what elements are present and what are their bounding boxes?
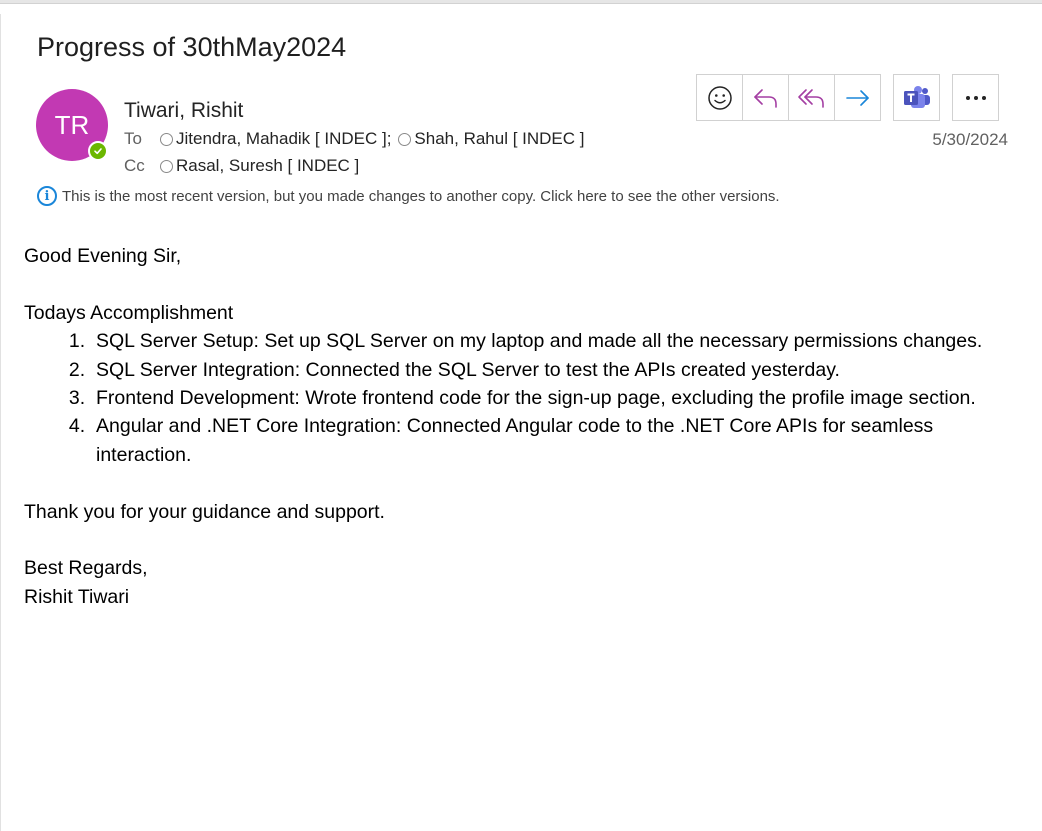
reading-pane-border <box>0 14 1 831</box>
reply-icon <box>753 88 777 108</box>
email-subject: Progress of 30thMay2024 <box>37 32 347 62</box>
smiley-icon <box>707 85 732 110</box>
teams-button[interactable] <box>893 74 940 121</box>
email-date: 5/30/2024 <box>932 130 1008 149</box>
section-title: Todays Accomplishment <box>24 301 234 324</box>
to-row: To Jitendra, Mahadik [ INDEC ]; Shah, Ra… <box>124 129 585 149</box>
forward-button[interactable] <box>834 74 881 121</box>
version-info-text[interactable]: This is the most recent version, but you… <box>62 188 780 205</box>
recipient-to-1[interactable]: Jitendra, Mahadik [ INDEC ]; <box>176 129 391 149</box>
reply-button[interactable] <box>742 74 789 121</box>
recipient-status-icon <box>398 132 412 146</box>
greeting: Good Evening Sir, <box>24 245 182 267</box>
reply-all-icon <box>797 88 824 108</box>
list-item: SQL Server Setup: Set up SQL Server on m… <box>96 327 1014 355</box>
version-info-bar[interactable]: i This is the most recent version, but y… <box>37 186 780 206</box>
recipient-to-2[interactable]: Shah, Rahul [ INDEC ] <box>414 129 584 149</box>
window-top-strip <box>0 0 1042 4</box>
signature: Rishit Tiwari <box>24 585 130 608</box>
reply-all-button[interactable] <box>788 74 835 121</box>
list-item: Frontend Development: Wrote frontend cod… <box>96 384 1014 412</box>
presence-available-icon <box>88 141 108 161</box>
closing-line: Best Regards, <box>24 557 148 580</box>
recipient-cc-1[interactable]: Rasal, Suresh [ INDEC ] <box>176 156 359 176</box>
to-label: To <box>124 129 142 148</box>
email-body: Good Evening Sir, Todays Accomplishment … <box>24 242 1014 611</box>
forward-icon <box>845 89 869 106</box>
accomplishment-list: SQL Server Setup: Set up SQL Server on m… <box>24 327 1014 469</box>
list-item: SQL Server Integration: Connected the SQ… <box>96 356 1014 384</box>
react-button[interactable] <box>696 74 743 121</box>
sender-name[interactable]: Tiwari, Rishit <box>124 99 243 123</box>
info-icon: i <box>37 186 57 206</box>
cc-row: Cc Rasal, Suresh [ INDEC ] <box>124 156 359 176</box>
recipient-status-icon <box>160 132 173 146</box>
avatar-initials: TR <box>54 109 90 140</box>
list-item: Angular and .NET Core Integration: Conne… <box>96 412 1014 469</box>
email-action-toolbar <box>696 74 999 121</box>
thanks-line: Thank you for your guidance and support. <box>24 500 385 523</box>
more-options-button[interactable] <box>952 74 999 121</box>
teams-icon <box>903 85 930 108</box>
more-icon <box>965 95 986 100</box>
recipient-status-icon <box>160 159 173 173</box>
cc-label: Cc <box>124 156 145 175</box>
